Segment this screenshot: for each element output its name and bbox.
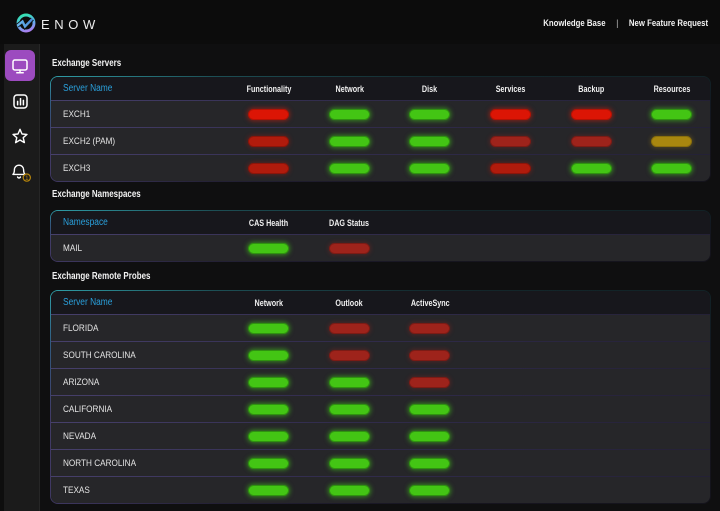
svg-text:1: 1: [25, 175, 29, 182]
